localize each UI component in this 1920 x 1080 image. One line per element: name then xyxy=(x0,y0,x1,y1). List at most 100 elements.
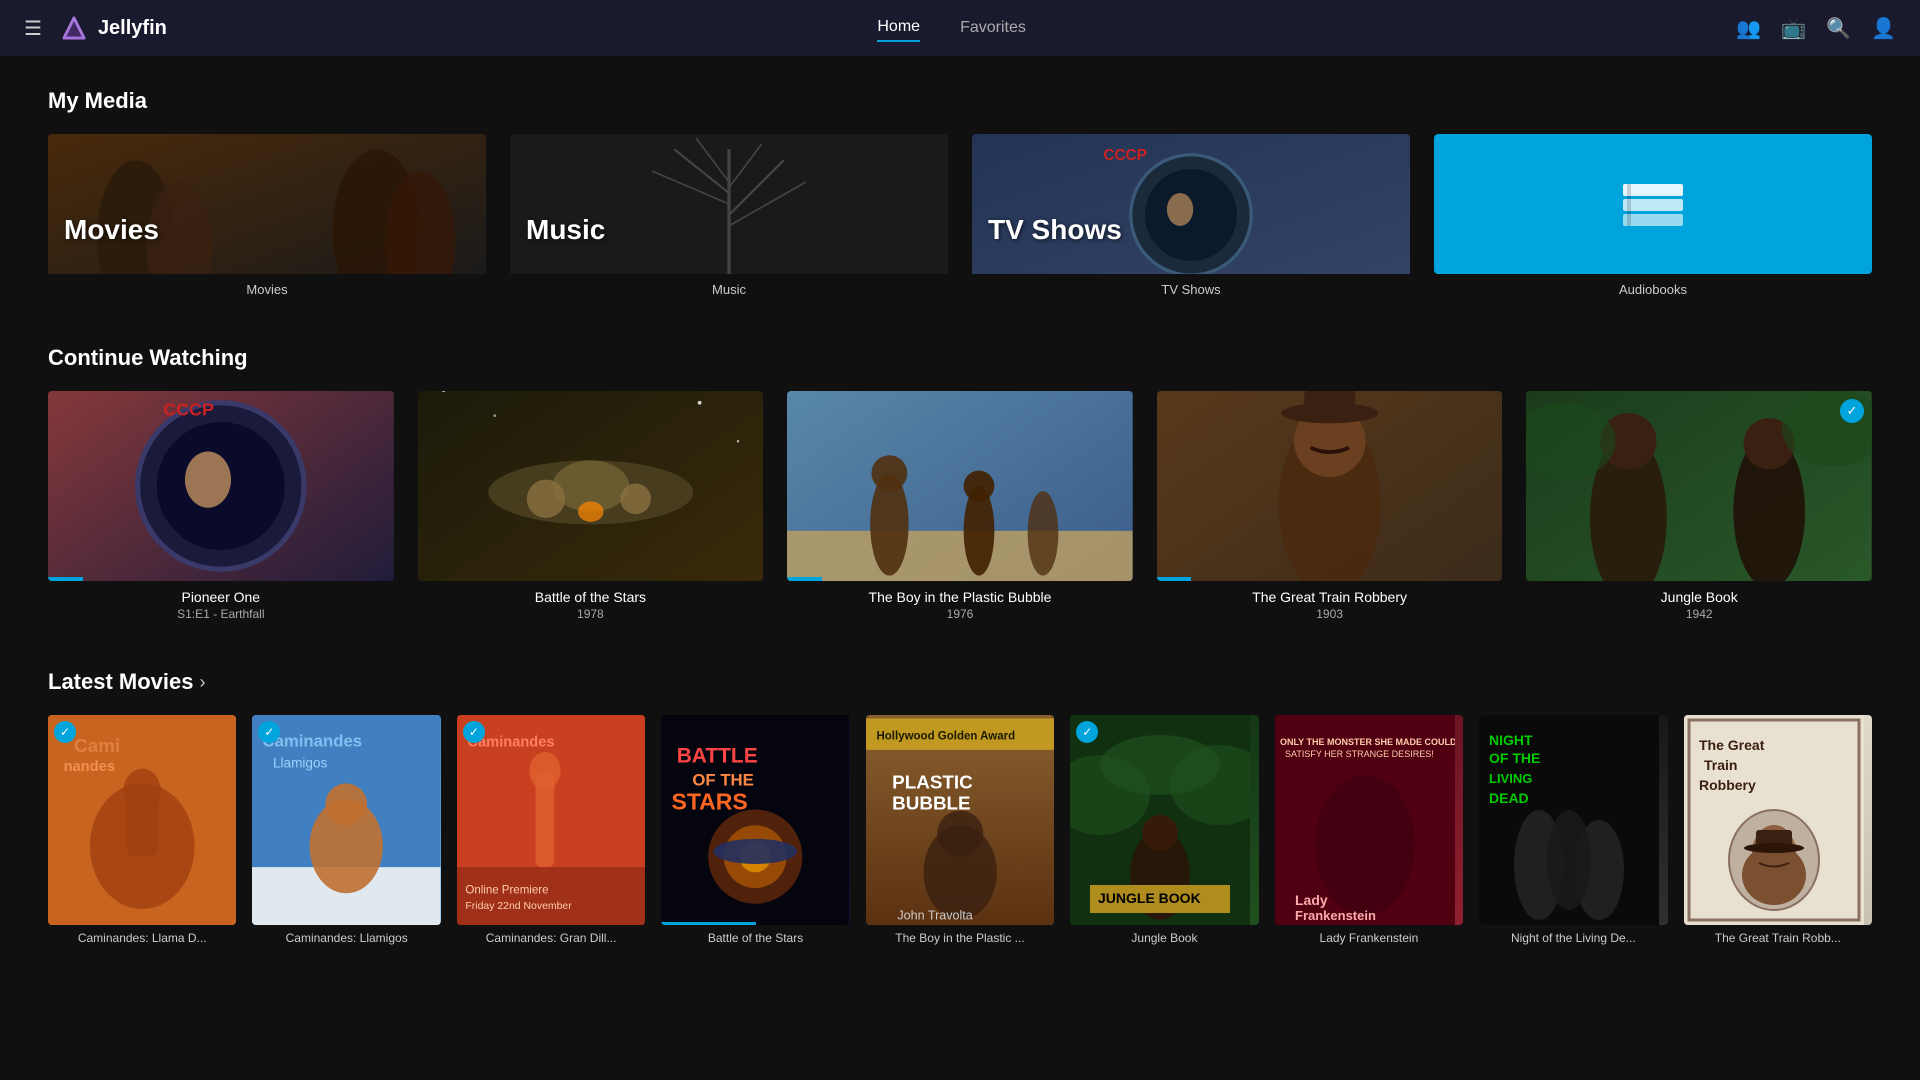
robbery-thumbnail xyxy=(1157,391,1503,581)
pioneer-progress xyxy=(48,577,83,581)
latest-title-2: Caminandes: Gran Dill... xyxy=(457,931,645,945)
header-left: ☰ Jellyfin xyxy=(24,12,167,44)
main-nav: Home Favorites xyxy=(877,14,1025,42)
bubble-thumbnail xyxy=(787,391,1133,581)
audiobooks-icon xyxy=(1613,164,1693,244)
music-thumbnail xyxy=(510,134,948,274)
main-content: My Media xyxy=(0,56,1920,977)
svg-text:Lady: Lady xyxy=(1295,892,1328,908)
check-badge-2: ✓ xyxy=(463,721,485,743)
svg-text:SATISFY HER STRANGE DESIRES!: SATISFY HER STRANGE DESIRES! xyxy=(1285,749,1434,759)
svg-text:PLASTIC: PLASTIC xyxy=(892,772,973,793)
latest-title-8: The Great Train Robb... xyxy=(1684,931,1872,945)
header: ☰ Jellyfin Home Favorites 👥 📺 🔍 👤 xyxy=(0,0,1920,56)
svg-text:Friday 22nd November: Friday 22nd November xyxy=(465,901,572,912)
robbery-year: 1903 xyxy=(1157,607,1503,621)
svg-text:BUBBLE: BUBBLE xyxy=(892,793,970,814)
media-card-music[interactable]: Music Music xyxy=(510,134,948,297)
svg-text:BATTLE: BATTLE xyxy=(677,744,758,767)
latest-title-6: Lady Frankenstein xyxy=(1275,931,1463,945)
latest-movies-header: Latest Movies › xyxy=(48,669,1872,695)
svg-text:OF THE: OF THE xyxy=(693,770,754,789)
latest-title-4: The Boy in the Plastic ... xyxy=(866,931,1054,945)
latest-title-3: Battle of the Stars xyxy=(661,931,849,945)
latest-thumb-7: NIGHT OF THE LIVING DEAD xyxy=(1479,715,1667,925)
cast-icon[interactable]: 📺 xyxy=(1781,16,1806,41)
movies-subtitle: Movies xyxy=(48,282,486,297)
users-icon[interactable]: 👥 xyxy=(1736,16,1761,41)
latest-card-5[interactable]: ✓ JUNGLE BOOK Jungle Book xyxy=(1070,715,1258,945)
latest-thumb-0: ✓ Cami nandes xyxy=(48,715,236,925)
jungle-year: 1942 xyxy=(1526,607,1872,621)
svg-text:Hollywood Golden Award: Hollywood Golden Award xyxy=(876,730,1015,742)
tvshows-thumbnail: СССР xyxy=(972,134,1410,274)
my-media-grid: Movies Movies xyxy=(48,134,1872,297)
svg-text:John Travolta: John Travolta xyxy=(897,908,972,922)
latest-card-2[interactable]: ✓ Caminandes Online Premiere Friday 22nd… xyxy=(457,715,645,945)
svg-text:The Great: The Great xyxy=(1699,737,1765,753)
battle-title: Battle of the Stars xyxy=(418,589,764,605)
audiobooks-subtitle: Audiobooks xyxy=(1434,282,1872,297)
bubble-title: The Boy in the Plastic Bubble xyxy=(787,589,1133,605)
continue-watching-title: Continue Watching xyxy=(48,345,1872,371)
jungle-thumbnail: ✓ xyxy=(1526,391,1872,581)
latest-title-5: Jungle Book xyxy=(1070,931,1258,945)
media-card-movies[interactable]: Movies Movies xyxy=(48,134,486,297)
hamburger-menu[interactable]: ☰ xyxy=(24,16,42,41)
header-right: 👥 📺 🔍 👤 xyxy=(1736,16,1896,41)
svg-text:Cami: Cami xyxy=(74,735,120,756)
latest-card-8[interactable]: The Great Train Robbery The Great Train … xyxy=(1684,715,1872,945)
latest-thumb-5: ✓ JUNGLE BOOK xyxy=(1070,715,1258,925)
svg-text:nandes: nandes xyxy=(64,759,115,775)
latest-card-6[interactable]: ONLY THE MONSTER SHE MADE COULD SATISFY … xyxy=(1275,715,1463,945)
pioneer-thumbnail: СССР xyxy=(48,391,394,581)
bubble-progress xyxy=(787,577,822,581)
continue-card-battle[interactable]: Battle of the Stars 1978 xyxy=(418,391,764,621)
latest-progress-3 xyxy=(661,922,755,925)
nav-home[interactable]: Home xyxy=(877,14,920,42)
my-media-title: My Media xyxy=(48,88,1872,114)
svg-text:JUNGLE BOOK: JUNGLE BOOK xyxy=(1098,890,1201,906)
svg-text:ONLY THE MONSTER SHE MADE COUL: ONLY THE MONSTER SHE MADE COULD xyxy=(1280,737,1455,747)
movies-thumbnail xyxy=(48,134,486,274)
logo-icon xyxy=(58,12,90,44)
music-label: Music xyxy=(526,214,605,246)
user-icon[interactable]: 👤 xyxy=(1871,16,1896,41)
nav-favorites[interactable]: Favorites xyxy=(960,15,1026,41)
media-card-audiobooks[interactable]: Audiobooks xyxy=(1434,134,1872,297)
pioneer-title: Pioneer One xyxy=(48,589,394,605)
latest-card-0[interactable]: ✓ Cami nandes Caminandes: Llama D... xyxy=(48,715,236,945)
robbery-progress xyxy=(1157,577,1192,581)
bubble-year: 1976 xyxy=(787,607,1133,621)
latest-thumb-4: Hollywood Golden Award PLASTIC BUBBLE Jo… xyxy=(866,715,1054,925)
continue-card-pioneer[interactable]: СССР Pioneer One S1:E1 - Earthfall xyxy=(48,391,394,621)
jungle-check-badge: ✓ xyxy=(1840,399,1864,423)
latest-card-7[interactable]: NIGHT OF THE LIVING DEAD Night of the Li… xyxy=(1479,715,1667,945)
continue-card-bubble[interactable]: The Boy in the Plastic Bubble 1976 xyxy=(787,391,1133,621)
battle-thumbnail xyxy=(418,391,764,581)
svg-text:Robbery: Robbery xyxy=(1699,777,1756,793)
continue-watching-grid: СССР Pioneer One S1:E1 - Earthfall xyxy=(48,391,1872,621)
robbery-title: The Great Train Robbery xyxy=(1157,589,1503,605)
continue-card-robbery[interactable]: The Great Train Robbery 1903 xyxy=(1157,391,1503,621)
latest-thumb-3: BATTLE OF THE STARS xyxy=(661,715,849,925)
latest-thumb-1: ✓ Caminandes Llamigos xyxy=(252,715,440,925)
tvshows-subtitle: TV Shows xyxy=(972,282,1410,297)
latest-card-4[interactable]: Hollywood Golden Award PLASTIC BUBBLE Jo… xyxy=(866,715,1054,945)
latest-card-3[interactable]: BATTLE OF THE STARS Battle of the Stars xyxy=(661,715,849,945)
battle-year: 1978 xyxy=(418,607,764,621)
svg-text:Online Premiere: Online Premiere xyxy=(465,884,548,896)
latest-title-1: Caminandes: Llamigos xyxy=(252,931,440,945)
logo[interactable]: Jellyfin xyxy=(58,12,167,44)
latest-card-1[interactable]: ✓ Caminandes Llamigos Caminandes: Llamig… xyxy=(252,715,440,945)
search-icon[interactable]: 🔍 xyxy=(1826,16,1851,41)
latest-thumb-6: ONLY THE MONSTER SHE MADE COULD SATISFY … xyxy=(1275,715,1463,925)
latest-movies-arrow[interactable]: › xyxy=(200,672,206,693)
tvshows-label: TV Shows xyxy=(988,214,1122,246)
check-badge-0: ✓ xyxy=(54,721,76,743)
latest-thumb-2: ✓ Caminandes Online Premiere Friday 22nd… xyxy=(457,715,645,925)
latest-thumb-8: The Great Train Robbery xyxy=(1684,715,1872,925)
svg-text:Train: Train xyxy=(1704,757,1737,773)
media-card-tvshows[interactable]: СССР TV Shows TV Shows xyxy=(972,134,1410,297)
continue-card-jungle[interactable]: ✓ Jungle Book 1942 xyxy=(1526,391,1872,621)
